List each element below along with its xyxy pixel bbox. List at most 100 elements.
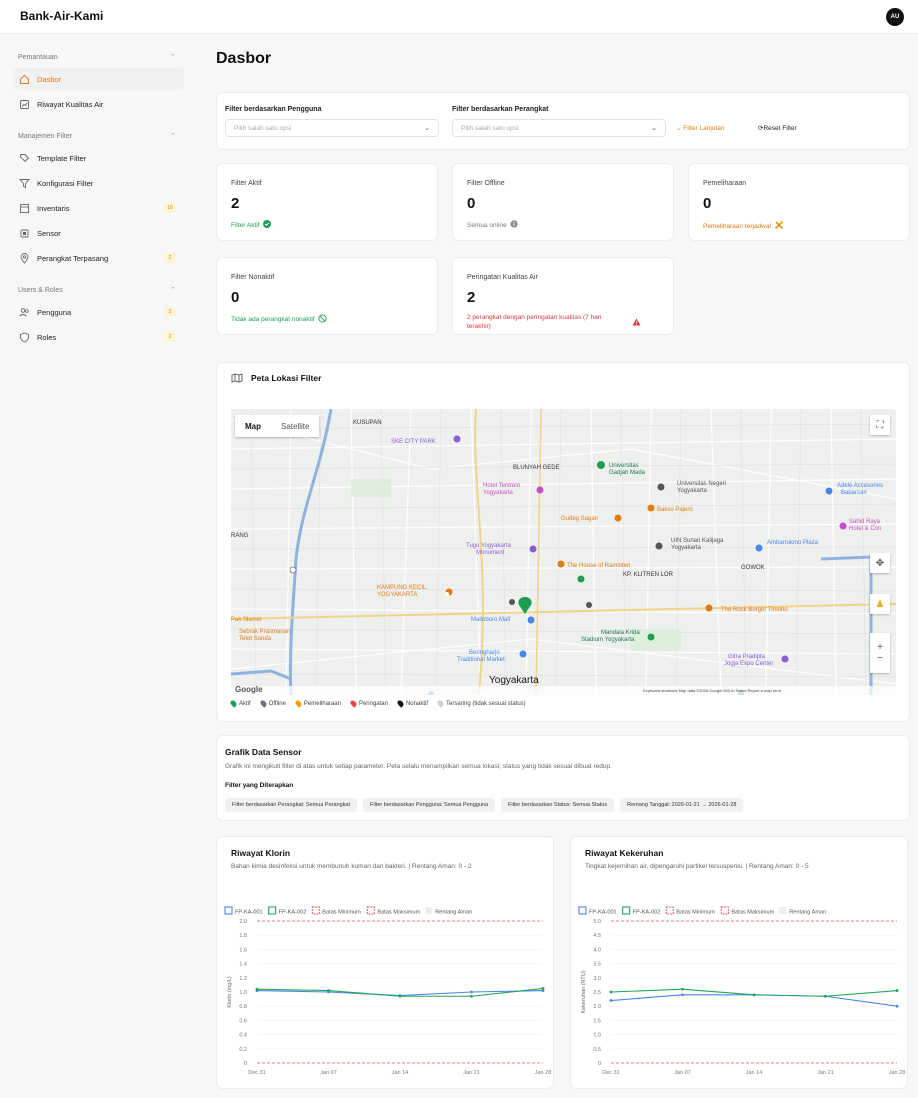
data-point bbox=[681, 987, 684, 991]
sidebar-item-label: Riwayat Kualitas Air bbox=[37, 99, 104, 109]
legend-swatch bbox=[366, 906, 375, 915]
sidebar-item-label: Inventaris bbox=[37, 203, 70, 213]
map-label: Adele Accesories bbox=[837, 483, 883, 489]
sidebar-section-title: Manajemen Filter bbox=[18, 132, 73, 140]
y-tick-label: 1.4 bbox=[239, 962, 247, 968]
pegman-icon[interactable]: ♟ bbox=[870, 594, 890, 614]
reset-filter-button[interactable]: ⟳Reset Filter bbox=[758, 124, 797, 132]
y-tick-label: 1.2 bbox=[239, 976, 247, 982]
stat-subtitle-text: 2 perangkat dengan peringatan kualitas (… bbox=[467, 314, 602, 330]
applied-filter-chips: Filter berdasarkan Perangkat: Semua Pera… bbox=[225, 798, 744, 812]
legend-entry: FP-KA-001 bbox=[578, 906, 617, 916]
x-tick-label: Jan 21 bbox=[463, 1070, 480, 1076]
device-filter-select[interactable]: Pilih salah satu opsi ⌄ bbox=[452, 119, 666, 137]
legend-label: Rentang Aman bbox=[435, 910, 472, 916]
legend-item: Aktif bbox=[229, 699, 251, 708]
sidebar-section-header[interactable]: Pemantauan ⌃ bbox=[14, 50, 184, 64]
warning-icon bbox=[632, 318, 641, 328]
map-label: Monument bbox=[476, 550, 505, 556]
map-label: GOWOK bbox=[741, 565, 765, 571]
legend-swatch bbox=[622, 906, 631, 915]
legend-swatch bbox=[720, 906, 729, 915]
advanced-filter-button[interactable]: ⌄ Filter Lanjutan bbox=[676, 124, 724, 132]
map-type-map-tab[interactable]: Map bbox=[235, 415, 271, 437]
legend-label: Batas Minimum bbox=[322, 910, 361, 916]
y-tick-label: 0 bbox=[598, 1061, 601, 1067]
sidebar-item-inventaris[interactable]: Inventaris 15 bbox=[14, 197, 184, 219]
x-tick-label: Jan 14 bbox=[746, 1070, 763, 1076]
map-type-satellite-tab[interactable]: Satellite bbox=[271, 415, 319, 437]
sidebar-item-perangkat-terpasang[interactable]: Perangkat Terpasang 2 bbox=[14, 247, 184, 269]
zoom-in-icon[interactable]: + bbox=[877, 642, 883, 653]
info-icon bbox=[510, 220, 518, 230]
data-point bbox=[398, 994, 402, 998]
sidebar-item-riwayat-kualitas-air[interactable]: Riwayat Kualitas Air bbox=[14, 93, 184, 115]
data-point bbox=[327, 989, 330, 992]
filter-chip: Filter berdasarkan Status: Semua Status bbox=[501, 798, 615, 812]
sidebar-section: Users & Roles ⌃ Pengguna 2 Roles 2 bbox=[14, 283, 184, 348]
klorin-chart-card: Riwayat Klorin Bahan kimia desinfeksi un… bbox=[216, 836, 554, 1089]
stat-value: 2 bbox=[231, 195, 240, 212]
legend-label: FP-KA-002 bbox=[279, 910, 307, 916]
stat-value: 2 bbox=[467, 289, 476, 306]
legend-swatch bbox=[311, 906, 320, 915]
sidebar-item-sensor[interactable]: Sensor bbox=[14, 222, 184, 244]
map-card: Peta Lokasi Filter SKE CITY PARK BLUNYAH… bbox=[216, 362, 910, 722]
sidebar-section-header[interactable]: Users & Roles ⌃ bbox=[14, 283, 184, 297]
x-tick-label: Dec 31 bbox=[602, 1070, 619, 1076]
y-tick-label: 1.0 bbox=[593, 1033, 601, 1039]
map-icon bbox=[231, 373, 243, 383]
chevron-up-icon: ⌃ bbox=[170, 54, 176, 61]
sidebar-item-label: Roles bbox=[37, 332, 57, 342]
zoom-controls: + − bbox=[870, 633, 890, 673]
compass-icon[interactable]: ✥ bbox=[870, 553, 890, 573]
x-tick-label: Jan 07 bbox=[674, 1070, 691, 1076]
device-filter-label: Filter berdasarkan Perangkat bbox=[452, 106, 549, 113]
filter-bar: Filter berdasarkan Pengguna Pilih salah … bbox=[216, 92, 910, 150]
map-label: Yogyakarta bbox=[677, 488, 707, 494]
avatar[interactable]: AU bbox=[886, 8, 904, 26]
stat-subtitle-text: Tidak ada perangkat nonaktif bbox=[231, 316, 315, 323]
tools-icon bbox=[774, 220, 784, 232]
legend-entry: Batas Maksimum bbox=[366, 906, 421, 916]
count-badge: 2 bbox=[164, 332, 176, 342]
user-filter-label: Filter berdasarkan Pengguna bbox=[225, 106, 322, 113]
stat-title: Pemeliharaan bbox=[703, 180, 747, 187]
zoom-out-icon[interactable]: − bbox=[877, 653, 883, 664]
series-line bbox=[610, 994, 898, 1007]
data-point bbox=[470, 990, 473, 994]
sidebar-item-konfigurasi-filter[interactable]: Konfigurasi Filter bbox=[14, 172, 184, 194]
map-label: The House of Raminten bbox=[567, 563, 630, 569]
sidebar-item-roles[interactable]: Roles 2 bbox=[14, 326, 184, 348]
y-tick-label: 0.8 bbox=[239, 1004, 247, 1010]
data-point bbox=[681, 993, 684, 997]
app-title[interactable]: Bank-Air-Kami bbox=[20, 9, 103, 23]
legend-swatch bbox=[578, 906, 587, 915]
y-tick-label: 1.8 bbox=[239, 933, 247, 939]
sidebar-item-dasbor[interactable]: Dasbor bbox=[14, 68, 184, 90]
sidebar-item-label: Template Filter bbox=[37, 153, 87, 163]
legend-label: Peringatan bbox=[358, 700, 388, 707]
x-tick-label: Jan 21 bbox=[817, 1070, 834, 1076]
map-label: Universitas bbox=[609, 463, 639, 469]
box-icon bbox=[18, 202, 30, 214]
chart-icon bbox=[18, 98, 30, 110]
user-filter-select[interactable]: Pilih salah satu opsi ⌄ bbox=[225, 119, 439, 137]
sidebar-section-header[interactable]: Manajemen Filter ⌃ bbox=[14, 129, 184, 143]
ban-icon bbox=[318, 314, 327, 325]
map-label: Yogyakarta bbox=[489, 675, 539, 686]
legend-item: Nonaktif bbox=[396, 699, 428, 708]
y-tick-label: 0 bbox=[244, 1061, 247, 1067]
map-label: Sebrak Prasmanan bbox=[239, 629, 290, 635]
legend-entry: Batas Maksimum bbox=[720, 906, 775, 916]
map-pin-icon bbox=[294, 699, 303, 708]
map-view[interactable]: SKE CITY PARK BLUNYAH GEDE Universitas G… bbox=[231, 409, 896, 695]
sidebar-item-pengguna[interactable]: Pengguna 2 bbox=[14, 301, 184, 323]
sidebar-item-template-filter[interactable]: Template Filter bbox=[14, 147, 184, 169]
legend-swatch bbox=[779, 907, 787, 914]
sidebar-section-title: Pemantauan bbox=[18, 53, 58, 61]
legend-label: Batas Minimum bbox=[676, 910, 715, 916]
map-label: The Rock Burger Timoho bbox=[721, 607, 788, 613]
fullscreen-icon[interactable]: ⛶ bbox=[870, 415, 890, 435]
x-tick-label: Jan 07 bbox=[320, 1070, 337, 1076]
